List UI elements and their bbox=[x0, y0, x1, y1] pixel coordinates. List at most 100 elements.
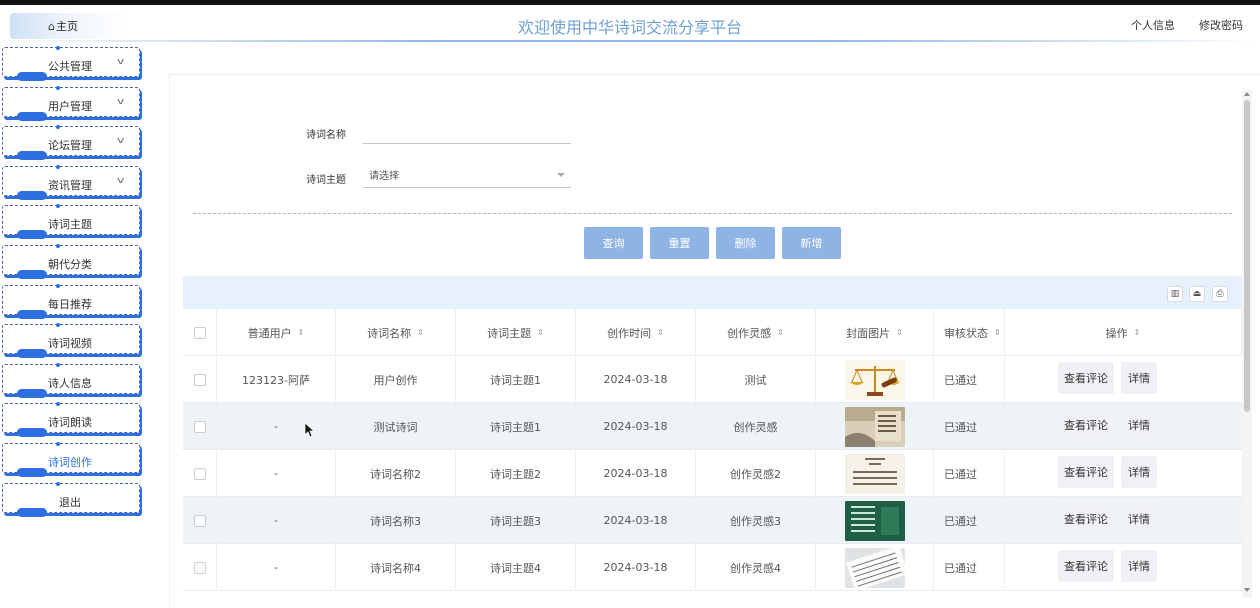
row-checkbox[interactable] bbox=[193, 467, 206, 480]
sidebar-item-0[interactable]: 公共管理 v bbox=[2, 46, 140, 81]
add-button[interactable]: 新增 bbox=[782, 227, 841, 259]
sort-icon[interactable]: ⇕ bbox=[537, 328, 544, 337]
column-header-2[interactable]: 诗词主题 ⇕ bbox=[456, 309, 576, 356]
details-button[interactable]: 详情 bbox=[1121, 455, 1157, 488]
sidebar-item-6[interactable]: 每日推荐 bbox=[2, 283, 140, 319]
poem-name-input[interactable] bbox=[363, 122, 571, 144]
delete-button[interactable]: 删除 bbox=[716, 227, 775, 259]
chevron-down-icon: v bbox=[116, 136, 125, 147]
reset-button[interactable]: 重置 bbox=[650, 227, 709, 259]
view-comments-button[interactable]: 查看评论 bbox=[1058, 455, 1114, 488]
sort-icon[interactable]: ⇕ bbox=[298, 328, 305, 337]
column-header-6[interactable]: 审核状态 ⇕ bbox=[934, 309, 1005, 356]
sidebar-item-label: 每日推荐 bbox=[48, 297, 92, 311]
row-select-cell bbox=[183, 544, 217, 591]
sidebar-item-label: 退出 bbox=[59, 495, 81, 509]
table-header: 普通用户 ⇕ 诗词名称 ⇕ 诗词主题 ⇕ 创作时间 ⇕ 创作灵感 ⇕ 封面图片 ⇕ 审核状态 ⇕ 操作 ⇕ bbox=[183, 309, 1242, 356]
cell-name: 诗词名称4 bbox=[336, 544, 456, 591]
sort-icon[interactable]: ⇕ bbox=[777, 328, 784, 337]
cell-name: 用户创作 bbox=[336, 356, 456, 403]
menu-dot-icon bbox=[56, 481, 60, 486]
cell-name: 诗词名称3 bbox=[336, 497, 456, 544]
view-comments-button[interactable]: 查看评论 bbox=[1058, 549, 1114, 582]
columns-icon[interactable]: ▥ bbox=[1167, 286, 1183, 302]
scroll-up-icon[interactable] bbox=[1244, 92, 1250, 96]
sidebar-item-7[interactable]: 诗词视频 bbox=[2, 323, 140, 359]
sidebar-item-label: 诗词创作 bbox=[48, 456, 92, 469]
sidebar-item-11[interactable]: 退出 bbox=[2, 481, 140, 517]
scales-of-justice-image[interactable] bbox=[844, 359, 905, 400]
scroll-down-icon[interactable] bbox=[1244, 588, 1250, 592]
actions-cell: 查看评论 详情 bbox=[1005, 403, 1242, 450]
print-icon[interactable]: ⎙ bbox=[1212, 286, 1228, 302]
poem-text-image[interactable] bbox=[844, 453, 905, 494]
column-header-0[interactable]: 普通用户 ⇕ bbox=[217, 309, 336, 356]
export-icon[interactable]: ⏏ bbox=[1189, 286, 1205, 302]
row-checkbox[interactable] bbox=[193, 514, 206, 527]
column-header-label: 操作 bbox=[1105, 326, 1128, 340]
sort-icon[interactable]: ⇕ bbox=[657, 328, 664, 337]
sidebar-item-3[interactable]: 资讯管理 v bbox=[2, 164, 140, 200]
handwriting-paper-image[interactable] bbox=[844, 547, 905, 588]
poem-theme-label: 诗词主题 bbox=[306, 175, 346, 186]
sort-icon[interactable]: ⇕ bbox=[1134, 328, 1141, 337]
sidebar-item-5[interactable]: 朝代分类 bbox=[2, 244, 140, 279]
sort-icon[interactable]: ⇕ bbox=[896, 328, 903, 337]
table-row: - 诗词名称2 诗词主题2 2024-03-18 创作灵感2 已通过 查看评论 详情 bbox=[183, 450, 1242, 497]
green-poem-board-image[interactable] bbox=[844, 500, 905, 541]
actions-cell: 查看评论 详情 bbox=[1005, 497, 1242, 544]
sidebar-item-10[interactable]: 诗词创作 bbox=[2, 442, 140, 477]
row-checkbox[interactable] bbox=[193, 373, 206, 386]
cell-user: - bbox=[217, 497, 336, 544]
details-button[interactable]: 详情 bbox=[1121, 549, 1157, 582]
view-comments-button[interactable]: 查看评论 bbox=[1058, 408, 1114, 441]
cell-status: 已通过 bbox=[934, 497, 1005, 544]
cover-cell bbox=[816, 450, 934, 497]
column-header-label: 创作灵感 bbox=[727, 326, 772, 340]
scrollbar[interactable] bbox=[1242, 90, 1252, 598]
column-header-1[interactable]: 诗词名称 ⇕ bbox=[336, 309, 456, 356]
sidebar-item-2[interactable]: 论坛管理 v bbox=[2, 125, 140, 161]
details-button[interactable]: 详情 bbox=[1121, 408, 1157, 441]
column-header-4[interactable]: 创作灵感 ⇕ bbox=[696, 309, 816, 356]
cover-cell bbox=[816, 544, 934, 591]
sidebar-item-8[interactable]: 诗人信息 bbox=[2, 362, 140, 398]
column-header-label: 诗词主题 bbox=[487, 326, 532, 340]
cell-name: 诗词名称2 bbox=[336, 450, 456, 497]
sidebar-item-4[interactable]: 诗词主题 bbox=[2, 204, 140, 240]
sort-icon[interactable]: ⇕ bbox=[417, 328, 424, 337]
sort-icon[interactable]: ⇕ bbox=[994, 328, 1001, 337]
sidebar-item-label: 诗词朗读 bbox=[48, 416, 92, 430]
cover-cell bbox=[816, 356, 934, 403]
cell-time: 2024-03-18 bbox=[576, 544, 696, 591]
profile-link[interactable]: 个人信息 bbox=[1131, 17, 1175, 33]
cell-status: 已通过 bbox=[934, 356, 1005, 403]
query-button[interactable]: 查询 bbox=[584, 227, 643, 259]
menu-dot-icon bbox=[56, 283, 60, 288]
view-comments-button[interactable]: 查看评论 bbox=[1058, 361, 1114, 394]
poem-scroll-image[interactable] bbox=[844, 406, 905, 447]
column-header-label: 普通用户 bbox=[247, 326, 292, 340]
poem-theme-select[interactable]: 请选择 bbox=[363, 166, 571, 188]
chevron-down-icon bbox=[557, 173, 565, 177]
scrollbar-thumb[interactable] bbox=[1244, 100, 1250, 412]
table-row: 123123-阿萨 用户创作 诗词主题1 2024-03-18 测试 已通过 查看评论 详情 bbox=[183, 356, 1242, 403]
row-checkbox[interactable] bbox=[193, 420, 206, 433]
search-divider bbox=[193, 213, 1232, 214]
column-header-3[interactable]: 创作时间 ⇕ bbox=[576, 309, 696, 356]
select-all-checkbox[interactable] bbox=[193, 326, 206, 339]
row-checkbox[interactable] bbox=[193, 561, 206, 574]
column-header-7[interactable]: 操作 ⇕ bbox=[1005, 309, 1242, 356]
view-comments-button[interactable]: 查看评论 bbox=[1058, 502, 1114, 535]
column-header-label: 创作时间 bbox=[607, 326, 652, 340]
menu-dot-icon bbox=[56, 85, 60, 90]
cell-time: 2024-03-18 bbox=[576, 356, 696, 403]
change-password-link[interactable]: 修改密码 bbox=[1199, 17, 1243, 33]
sidebar-item-9[interactable]: 诗词朗读 bbox=[2, 402, 140, 438]
sidebar-item-1[interactable]: 用户管理 v bbox=[2, 85, 140, 121]
details-button[interactable]: 详情 bbox=[1121, 361, 1157, 394]
details-button[interactable]: 详情 bbox=[1121, 502, 1157, 535]
actions-cell: 查看评论 详情 bbox=[1005, 356, 1242, 403]
column-header-5[interactable]: 封面图片 ⇕ bbox=[816, 309, 934, 356]
cell-inspiration: 创作灵感4 bbox=[696, 544, 816, 591]
